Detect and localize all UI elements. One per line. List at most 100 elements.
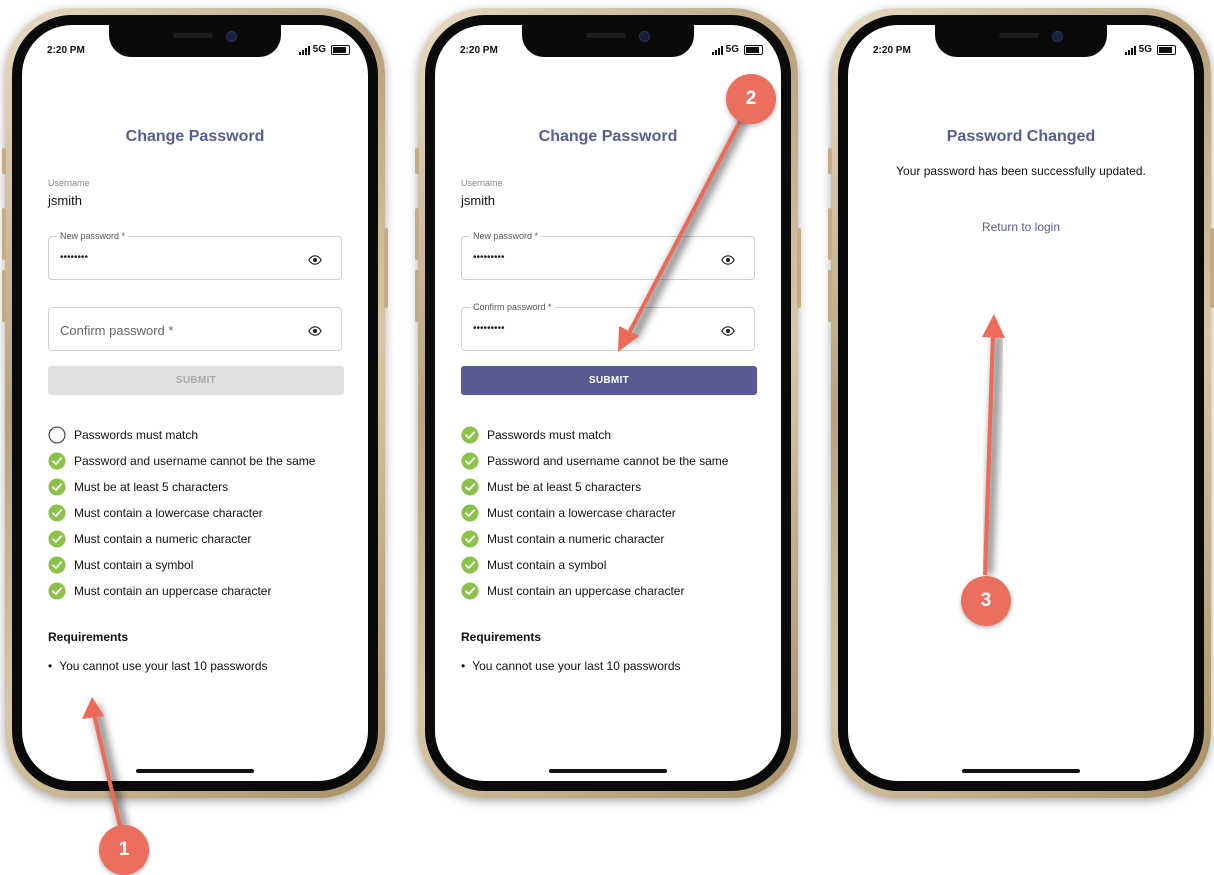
check-circle-icon [48, 556, 66, 574]
home-indicator[interactable] [962, 769, 1080, 773]
signal-icon [1124, 46, 1136, 55]
rule-text: Password and username cannot be the same [487, 454, 729, 468]
page-title: Change Password [538, 128, 678, 145]
side-button [828, 270, 832, 322]
status-time: 2:20 PM [460, 45, 498, 56]
rule-item: Must contain a numeric character [461, 526, 728, 552]
check-circle-icon [461, 426, 479, 444]
network-type: 5G [312, 44, 326, 55]
eye-icon[interactable] [305, 324, 325, 338]
success-message: Your password has been successfully upda… [896, 164, 1146, 178]
new-password-field[interactable]: New password * •••••••• [48, 231, 342, 280]
confirm-password-label: Confirm password * [470, 302, 555, 313]
signal-icon [711, 46, 723, 55]
phone-change-password-1: 2:20 PM 5G Change Password Username jsmi… [2, 8, 388, 798]
battery-icon [331, 45, 350, 55]
rule-text: Passwords must match [487, 428, 612, 442]
side-button [384, 228, 388, 308]
rule-item: Passwords must match [461, 422, 728, 448]
notch [935, 25, 1107, 57]
phone-change-password-2: 2:20 PM 5G Change Password Username jsmi… [415, 8, 801, 798]
rule-item: Must contain a numeric character [48, 526, 315, 552]
check-circle-icon [48, 504, 66, 522]
side-button [2, 270, 6, 322]
rule-text: Must contain an uppercase character [487, 584, 685, 598]
side-button [797, 228, 801, 308]
rule-text: Must contain a numeric character [487, 532, 665, 546]
new-password-value: •••••••• [60, 252, 89, 263]
rule-text: Must contain a numeric character [74, 532, 252, 546]
check-circle-icon [461, 556, 479, 574]
check-circle-icon [48, 478, 66, 496]
side-button [415, 148, 419, 174]
confirm-password-field[interactable]: Confirm password * [48, 307, 342, 351]
check-circle-icon [461, 452, 479, 470]
new-password-value: ••••••••• [473, 252, 505, 263]
eye-icon[interactable] [718, 324, 738, 338]
username-value: jsmith [48, 193, 82, 208]
status-indicators: 5G [711, 44, 763, 55]
rule-text: Must contain an uppercase character [74, 584, 272, 598]
empty-circle-icon [48, 426, 66, 444]
new-password-label: New password * [57, 231, 129, 242]
camera-icon [1052, 31, 1063, 42]
notch [109, 25, 281, 57]
rule-item: Passwords must match [48, 422, 315, 448]
submit-button[interactable]: SUBMIT [461, 366, 757, 395]
rule-item: Must be at least 5 characters [461, 474, 728, 500]
phone-password-changed: 2:20 PM 5G Password Changed Your passwor… [828, 8, 1214, 798]
side-button [828, 148, 832, 174]
submit-button[interactable]: SUBMIT [48, 366, 344, 395]
network-type: 5G [1138, 44, 1152, 55]
username-label: Username [48, 178, 90, 188]
rule-item: Must contain an uppercase character [48, 578, 315, 604]
phone-screen: 2:20 PM 5G Change Password Username jsmi… [22, 25, 368, 781]
side-button [2, 208, 6, 260]
rule-item: Must contain a lowercase character [48, 500, 315, 526]
check-circle-icon [48, 452, 66, 470]
eye-icon[interactable] [718, 253, 738, 267]
camera-icon [639, 31, 650, 42]
phone-screen: 2:20 PM 5G Password Changed Your passwor… [848, 25, 1194, 781]
password-rules-list: Passwords must match Password and userna… [461, 422, 728, 604]
rule-item: Password and username cannot be the same [461, 448, 728, 474]
battery-icon [1157, 45, 1176, 55]
status-indicators: 5G [298, 44, 350, 55]
home-indicator[interactable] [549, 769, 667, 773]
new-password-label: New password * [470, 231, 542, 242]
step-badge-2: 2 [726, 74, 776, 124]
side-button [2, 148, 6, 174]
home-indicator[interactable] [136, 769, 254, 773]
side-button [415, 270, 419, 322]
page-title: Password Changed [946, 128, 1096, 145]
check-circle-icon [461, 478, 479, 496]
status-time: 2:20 PM [873, 45, 911, 56]
rule-text: Must be at least 5 characters [487, 480, 642, 494]
phone-screen: 2:20 PM 5G Change Password Username jsmi… [435, 25, 781, 781]
new-password-field[interactable]: New password * ••••••••• [461, 231, 755, 280]
check-circle-icon [461, 582, 479, 600]
requirements-title: Requirements [461, 630, 542, 644]
check-circle-icon [461, 530, 479, 548]
rule-item: Must contain a symbol [461, 552, 728, 578]
rule-text: Must contain a lowercase character [74, 506, 263, 520]
rule-text: Must be at least 5 characters [74, 480, 229, 494]
rule-text: Must contain a lowercase character [487, 506, 676, 520]
page-title: Change Password [125, 128, 265, 145]
return-to-login-link[interactable]: Return to login [848, 220, 1194, 234]
confirm-password-placeholder: Confirm password * [60, 323, 174, 338]
network-type: 5G [725, 44, 739, 55]
side-button [828, 208, 832, 260]
requirement-item: You cannot use your last 10 passwords [48, 659, 267, 673]
confirm-password-value: ••••••••• [473, 323, 505, 334]
rule-text: Passwords must match [74, 428, 199, 442]
requirement-item: You cannot use your last 10 passwords [461, 659, 680, 673]
rule-item: Must contain an uppercase character [461, 578, 728, 604]
check-circle-icon [48, 530, 66, 548]
password-rules-list: Passwords must match Password and userna… [48, 422, 315, 604]
eye-icon[interactable] [305, 253, 325, 267]
step-badge-3: 3 [961, 576, 1011, 626]
step-badge-1: 1 [99, 825, 149, 875]
confirm-password-field[interactable]: Confirm password * ••••••••• [461, 302, 755, 351]
side-button [1210, 228, 1214, 308]
